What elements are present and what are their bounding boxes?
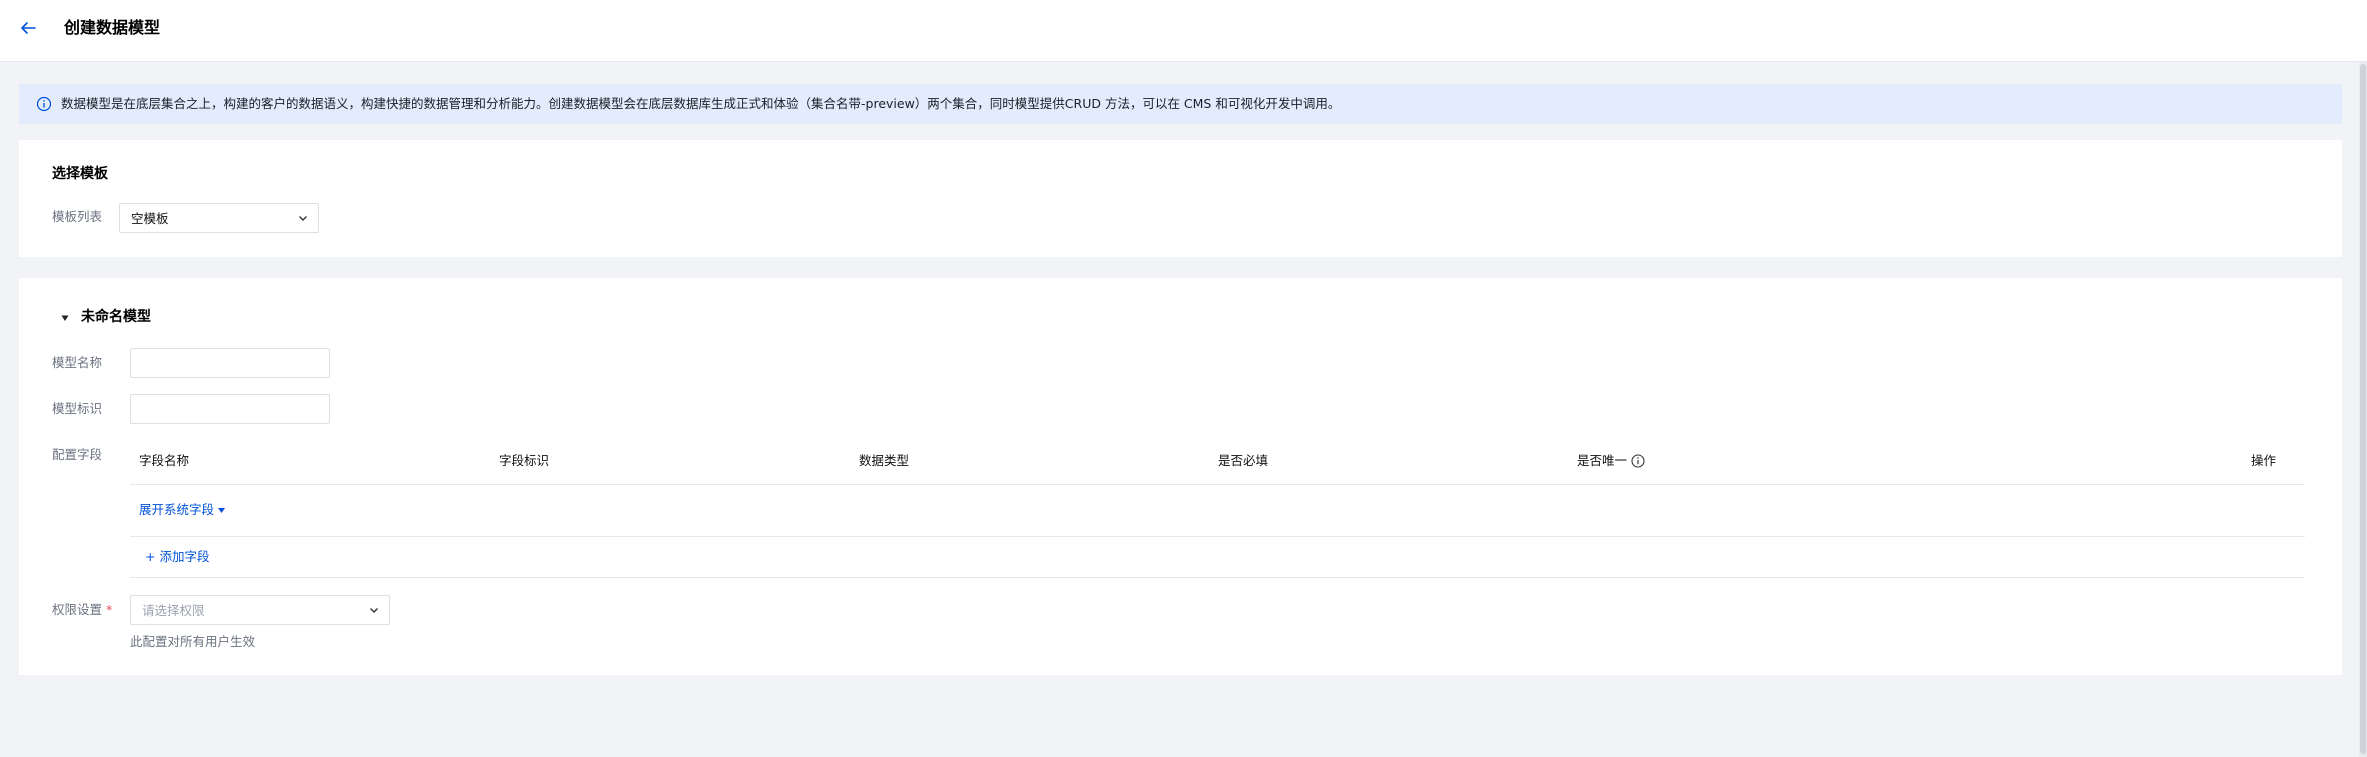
permission-label-text: 权限设置 bbox=[52, 602, 103, 617]
column-header-actions: 操作 bbox=[2251, 453, 2277, 468]
model-id-label: 模型标识 bbox=[52, 401, 103, 416]
permission-hint: 此配置对所有用户生效 bbox=[130, 634, 256, 649]
permission-select[interactable]: 请选择权限 bbox=[130, 595, 390, 625]
template-select[interactable]: 空模板 bbox=[119, 203, 319, 233]
column-header-unique: 是否唯一 bbox=[1577, 452, 1627, 470]
top-bar: 创建数据模型 bbox=[0, 0, 2367, 62]
chevron-down-icon bbox=[299, 216, 307, 221]
section-title-model: 未命名模型 bbox=[81, 309, 151, 325]
info-icon[interactable] bbox=[1631, 454, 1645, 468]
page-title: 创建数据模型 bbox=[64, 18, 161, 37]
column-header-unique-label: 是否唯一 bbox=[1577, 453, 1628, 468]
template-list-label: 模板列表 bbox=[52, 209, 103, 224]
expand-system-fields-label: 展开系统字段 bbox=[139, 502, 215, 517]
add-field-button[interactable]: + 添加字段 bbox=[145, 548, 209, 566]
permission-label: 权限设置 * bbox=[52, 601, 112, 619]
model-name-input[interactable] bbox=[130, 348, 330, 378]
required-mark: * bbox=[106, 602, 113, 617]
table-bottom-divider bbox=[130, 577, 2305, 578]
model-name-label: 模型名称 bbox=[52, 355, 103, 370]
back-button[interactable] bbox=[16, 14, 40, 42]
row-divider bbox=[130, 536, 2305, 537]
caret-down-icon[interactable] bbox=[217, 506, 226, 515]
model-id-input[interactable] bbox=[130, 394, 330, 424]
permission-select-placeholder: 请选择权限 bbox=[142, 603, 205, 618]
chevron-down-icon bbox=[370, 608, 378, 613]
expand-system-fields-link[interactable]: 展开系统字段 bbox=[139, 501, 214, 519]
column-header-field-id: 字段标识 bbox=[499, 453, 550, 468]
table-header-divider bbox=[130, 484, 2305, 485]
section-title-template: 选择模板 bbox=[52, 166, 108, 182]
column-header-required: 是否必填 bbox=[1218, 453, 1269, 468]
fields-config-label: 配置字段 bbox=[52, 447, 103, 462]
column-header-data-type: 数据类型 bbox=[859, 453, 910, 468]
model-card: 未命名模型 模型名称 模型标识 配置字段 字段名称 字段标识 数据类型 是否必填… bbox=[19, 278, 2342, 675]
info-icon bbox=[36, 96, 52, 112]
arrow-left-icon bbox=[21, 22, 36, 34]
column-header-field-name: 字段名称 bbox=[139, 453, 190, 468]
notice-text: 数据模型是在底层集合之上，构建的客户的数据语义，构建快捷的数据管理和分析能力。创… bbox=[61, 96, 1341, 111]
template-card: 选择模板 模板列表 空模板 bbox=[19, 140, 2342, 257]
caret-down-icon[interactable] bbox=[60, 313, 70, 323]
info-notice: 数据模型是在底层集合之上，构建的客户的数据语义，构建快捷的数据管理和分析能力。创… bbox=[19, 84, 2342, 124]
scrollbar-thumb[interactable] bbox=[2360, 64, 2366, 754]
template-select-value: 空模板 bbox=[131, 211, 169, 226]
